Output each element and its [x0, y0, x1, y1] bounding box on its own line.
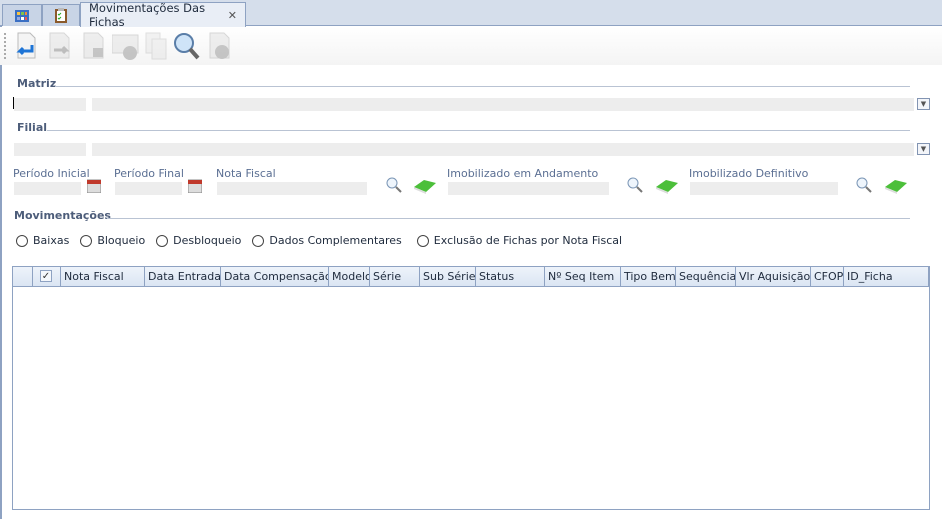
close-icon[interactable]: ✕ [228, 9, 237, 22]
periodo-final-input[interactable] [115, 182, 182, 195]
imob-andamento-label: Imobilizado em Andamento [447, 167, 599, 180]
periodo-inicial-input[interactable] [14, 182, 81, 195]
lock-doc-icon[interactable] [80, 31, 108, 61]
nota-fiscal-input[interactable] [217, 182, 367, 195]
eraser-icon[interactable] [654, 178, 680, 194]
imob-andamento-input[interactable] [448, 182, 609, 195]
select-all-checkbox[interactable]: ✓ [33, 267, 61, 287]
grid-header: ✓ Nota Fiscal Data Entrada Data Compensa… [13, 267, 929, 287]
chevron-down-icon[interactable]: ▼ [917, 98, 930, 110]
eraser-icon[interactable] [412, 178, 438, 194]
copy-icon[interactable] [144, 31, 172, 61]
eraser-icon[interactable] [883, 178, 909, 194]
grid-icon [15, 9, 29, 22]
col-data-entrada[interactable]: Data Entrada [145, 267, 221, 287]
tab-movimentacoes[interactable]: Movimentações Das Fichas ✕ [80, 1, 246, 29]
search-icon[interactable] [856, 177, 872, 193]
imob-definitivo-input[interactable] [690, 182, 838, 195]
filial-title: Filial [17, 121, 48, 134]
search-icon[interactable] [172, 31, 200, 61]
divider [55, 86, 910, 87]
filial-code-input[interactable] [14, 143, 86, 156]
tab-grid[interactable] [2, 4, 42, 26]
radio-dados-complementares[interactable]: Dados Complementares [252, 234, 402, 247]
col-id-ficha[interactable]: ID_Ficha [844, 267, 929, 287]
cancel-icon[interactable] [206, 31, 234, 61]
search-icon[interactable] [627, 177, 643, 193]
col-serie[interactable]: Série [370, 267, 420, 287]
periodo-inicial-label: Período Inicial [13, 167, 90, 180]
matriz-code-input[interactable] [14, 98, 86, 111]
tab-label: Movimentações Das Fichas [89, 1, 206, 29]
col-cfop[interactable]: CFOP [811, 267, 844, 287]
radio-baixas[interactable]: Baixas [16, 234, 69, 247]
matriz-title: Matriz [17, 77, 57, 90]
approve-icon[interactable] [112, 31, 140, 61]
col-vlr-aquisicao[interactable]: Vlr Aquisição [736, 267, 811, 287]
new-icon[interactable] [12, 31, 40, 61]
radio-label: Bloqueio [97, 234, 146, 247]
col-modelo[interactable]: Modelo [329, 267, 370, 287]
radio-circle [252, 234, 265, 247]
matriz-name-select[interactable] [92, 98, 914, 111]
movimentacoes-title: Movimentações [14, 209, 111, 222]
radio-bloqueio[interactable]: Bloqueio [80, 234, 145, 247]
toolbar-grip[interactable] [4, 33, 6, 59]
radio-desbloqueio[interactable]: Desbloqueio [156, 234, 241, 247]
col-tipo-bem[interactable]: Tipo Bem [621, 267, 676, 287]
search-icon[interactable] [386, 177, 402, 193]
text-cursor [13, 97, 14, 109]
toolbar [0, 27, 942, 65]
radio-label: Baixas [33, 234, 70, 247]
window-border [0, 26, 2, 519]
radio-circle [156, 234, 169, 247]
divider [107, 218, 910, 219]
col-nota-fiscal[interactable]: Nota Fiscal [61, 267, 145, 287]
tab-bar: Movimentações Das Fichas ✕ [0, 0, 942, 29]
radio-label: Dados Complementares [269, 234, 402, 247]
clipboard-icon [55, 8, 67, 23]
calendar-icon[interactable] [87, 179, 101, 193]
fichas-grid[interactable]: ✓ Nota Fiscal Data Entrada Data Compensa… [12, 266, 930, 510]
col-status[interactable]: Status [476, 267, 545, 287]
row-indicator-header [13, 267, 33, 287]
chevron-down-icon[interactable]: ▼ [917, 143, 930, 155]
imob-definitivo-label: Imobilizado Definitivo [689, 167, 809, 180]
col-data-compensacao[interactable]: Data Compensação [221, 267, 329, 287]
divider [47, 130, 910, 131]
periodo-final-label: Período Final [114, 167, 184, 180]
filial-name-select[interactable] [92, 143, 914, 156]
tab-clipboard[interactable] [42, 4, 80, 26]
radio-circle [16, 234, 28, 247]
movimentacoes-radio-group: Baixas Bloqueio Desbloqueio Dados Comple… [16, 234, 622, 247]
calendar-icon[interactable] [188, 179, 202, 193]
radio-circle [416, 234, 429, 247]
radio-label: Desbloqueio [173, 234, 242, 247]
radio-label: Exclusão de Fichas por Nota Fiscal [433, 234, 623, 247]
radio-exclusao-fichas[interactable]: Exclusão de Fichas por Nota Fiscal [416, 234, 623, 247]
transfer-icon[interactable] [46, 31, 74, 61]
col-sequencia[interactable]: Sequência [676, 267, 736, 287]
col-seq-item[interactable]: Nº Seq Item [545, 267, 621, 287]
radio-circle [80, 234, 93, 247]
nota-fiscal-label: Nota Fiscal [216, 167, 276, 180]
col-sub-serie[interactable]: Sub Série [420, 267, 476, 287]
